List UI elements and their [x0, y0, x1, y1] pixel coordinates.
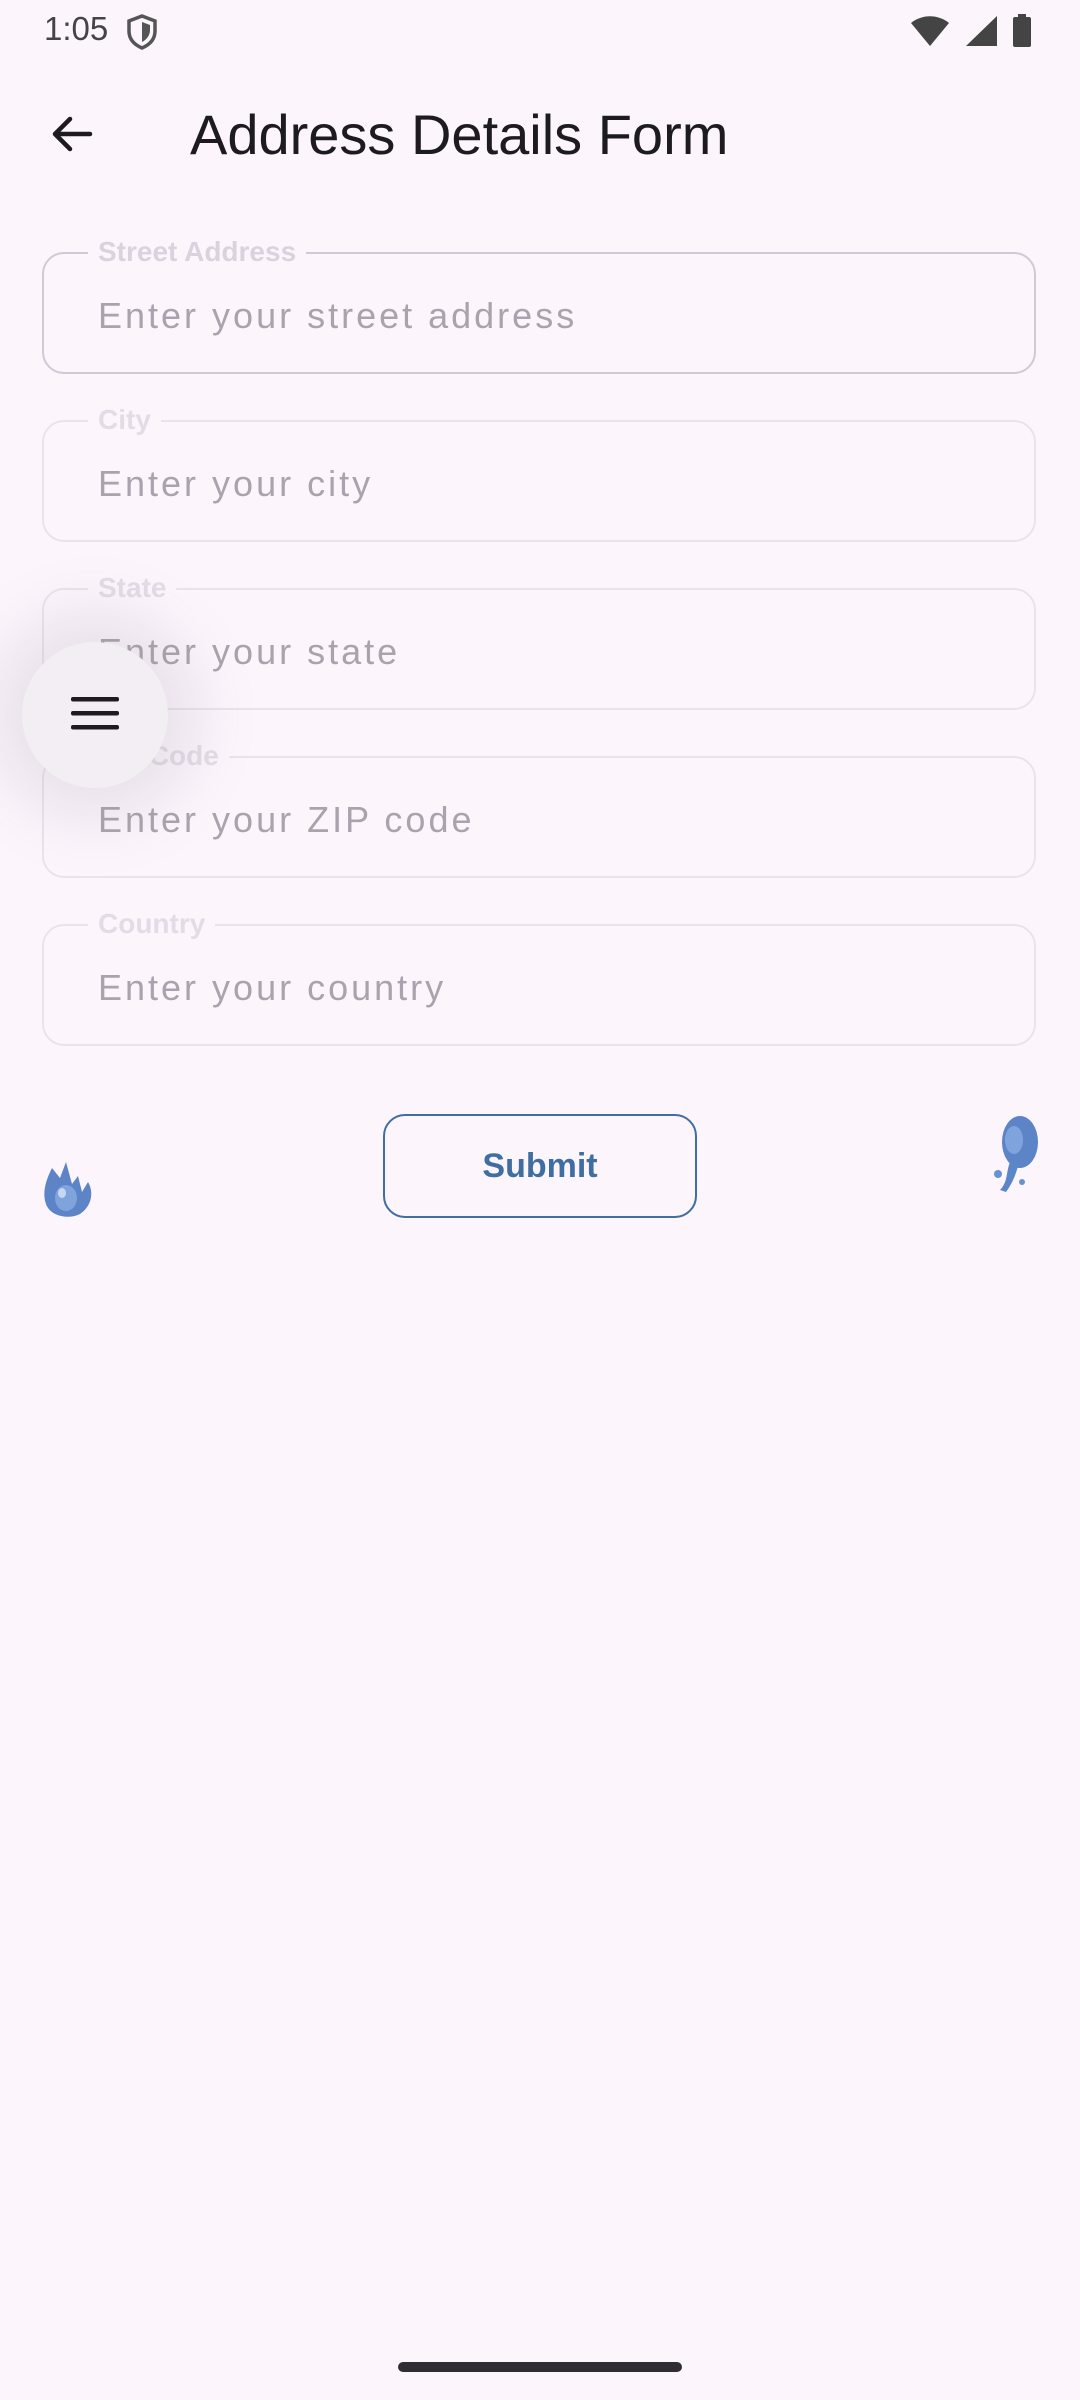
status-icons — [910, 14, 1032, 53]
hamburger-menu-icon — [69, 693, 121, 738]
status-bar: 1:05 — [0, 0, 1080, 60]
back-button[interactable] — [44, 108, 100, 164]
state-label: State — [88, 571, 177, 605]
state-input[interactable] — [96, 626, 980, 678]
country-field: Country — [42, 907, 1036, 1046]
country-label: Country — [88, 907, 216, 941]
water-splash-decoration-icon — [990, 1112, 1040, 1201]
zip-code-input[interactable] — [96, 794, 980, 846]
zip-code-field: ZIP Code — [42, 739, 1036, 878]
street-address-label: Street Address — [88, 235, 307, 269]
shield-icon — [126, 14, 158, 55]
home-indicator[interactable] — [398, 2362, 682, 2372]
city-label: City — [88, 403, 161, 437]
floating-menu-button[interactable] — [22, 642, 168, 788]
city-input[interactable] — [96, 458, 980, 510]
state-field: State — [42, 571, 1036, 710]
wifi-icon — [910, 15, 950, 52]
signal-icon — [964, 15, 998, 52]
street-address-field: Street Address — [42, 235, 1036, 374]
status-time: 1:05 — [44, 10, 109, 47]
arrow-back-icon — [48, 110, 96, 163]
battery-icon — [1012, 14, 1032, 53]
app-bar: Address Details Form — [0, 90, 1080, 180]
submit-button[interactable]: Submit — [383, 1114, 697, 1218]
country-input[interactable] — [96, 962, 980, 1014]
city-field: City — [42, 403, 1036, 542]
street-address-input[interactable] — [96, 290, 980, 342]
page-title: Address Details Form — [190, 103, 729, 166]
water-drop-decoration-icon — [38, 1148, 98, 1225]
